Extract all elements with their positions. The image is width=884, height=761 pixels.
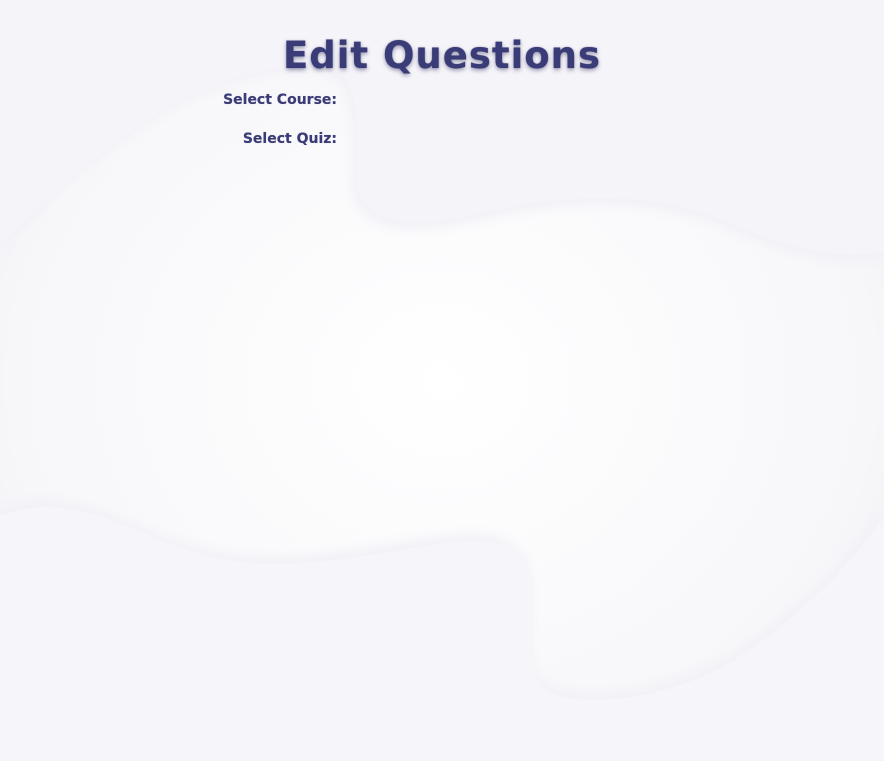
quiz-label: Select Quiz: bbox=[242, 131, 337, 147]
course-label: Select Course: bbox=[223, 92, 337, 108]
page-title: Edit Questions bbox=[282, 34, 602, 77]
quiz-row: Select Quiz: bbox=[0, 131, 340, 153]
quiz-select[interactable] bbox=[347, 131, 547, 151]
page-container: Edit Questions Select Course: Select Qui… bbox=[0, 0, 884, 761]
background-wave-shapes bbox=[0, 0, 884, 761]
course-row: Select Course: bbox=[0, 92, 340, 114]
course-select[interactable] bbox=[347, 92, 547, 112]
